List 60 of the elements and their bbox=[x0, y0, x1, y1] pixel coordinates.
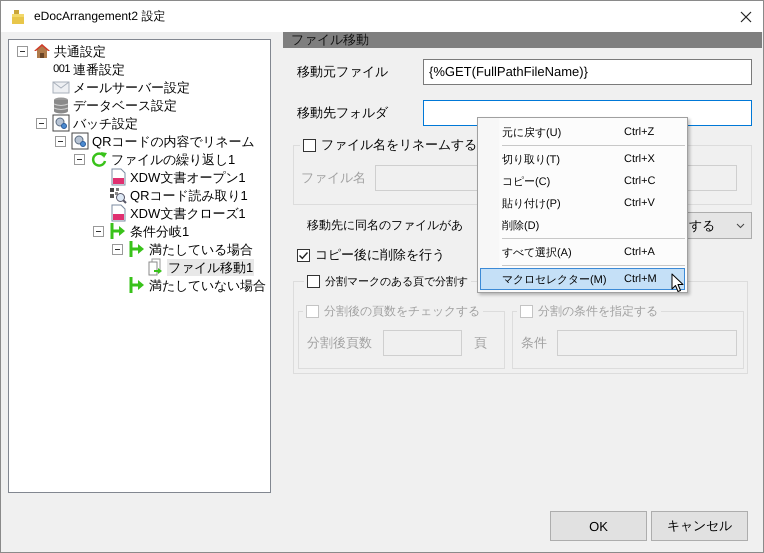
collapse-toggle[interactable] bbox=[112, 244, 123, 254]
tree-item[interactable]: メールサーバー設定 bbox=[72, 78, 191, 96]
document-icon bbox=[109, 204, 127, 222]
checkbox-label: ファイル名をリネームする bbox=[321, 136, 477, 154]
checkbox[interactable] bbox=[297, 248, 310, 262]
field-label: 移動元ファイル bbox=[297, 63, 389, 81]
tree-item[interactable]: 条件分岐1 bbox=[129, 222, 190, 240]
checkbox[interactable] bbox=[307, 275, 320, 288]
tree-item[interactable]: バッチ設定 bbox=[72, 114, 139, 132]
checkbox[interactable] bbox=[303, 138, 316, 152]
house-icon bbox=[33, 42, 51, 60]
field-label: 移動先フォルダ bbox=[297, 104, 390, 122]
mouse-cursor-icon bbox=[671, 273, 684, 293]
tree-item[interactable]: 満たしていない場合 bbox=[148, 276, 267, 294]
window-title: eDocArrangement2 設定 bbox=[34, 8, 166, 25]
checkbox-label: 分割後の頁数をチェックする bbox=[324, 303, 480, 320]
branch-arrow-icon bbox=[128, 276, 146, 294]
input-field[interactable]: {%GET(FullPathFileName)} bbox=[423, 59, 752, 85]
document-icon bbox=[109, 168, 127, 186]
tree-item[interactable]: データベース設定 bbox=[72, 96, 178, 114]
tree-item[interactable]: XDW文書オープン1 bbox=[129, 168, 247, 186]
menu-item[interactable]: 貼り付け(P) Ctrl+V bbox=[480, 192, 685, 214]
menu-item[interactable]: コピー(C) Ctrl+C bbox=[480, 170, 685, 192]
branch-arrow-icon bbox=[109, 222, 127, 240]
menu-item[interactable]: すべて選択(A) Ctrl+A bbox=[480, 241, 685, 263]
field-label: 条件 bbox=[521, 334, 548, 352]
field-label: 移動先に同名のファイルがあ bbox=[307, 217, 463, 234]
dialog-button[interactable]: OK bbox=[550, 511, 647, 541]
branch-arrow-icon bbox=[128, 240, 146, 258]
unit-label: 頁 bbox=[474, 334, 487, 352]
qr-magnifier-icon bbox=[109, 186, 127, 204]
checkbox-label: 分割マークのある頁で分割す bbox=[325, 274, 468, 289]
tree-item[interactable]: 連番設定 bbox=[72, 60, 126, 78]
collapse-toggle[interactable] bbox=[55, 136, 66, 146]
menu-item[interactable]: マクロセレクター(M) Ctrl+M bbox=[480, 268, 685, 290]
checkbox-label: 分割の条件を指定する bbox=[538, 303, 658, 320]
collapse-toggle[interactable] bbox=[93, 226, 104, 236]
dialog-button[interactable]: キャンセル bbox=[651, 511, 748, 541]
close-icon[interactable] bbox=[740, 10, 752, 22]
chevron-down-icon bbox=[736, 222, 745, 228]
field-label: ファイル名 bbox=[301, 169, 367, 187]
tree-item[interactable]: XDW文書クローズ1 bbox=[129, 204, 247, 222]
database-icon bbox=[52, 96, 70, 114]
folder-icon bbox=[11, 8, 25, 24]
collapse-toggle[interactable] bbox=[74, 154, 85, 164]
number-label: 001 bbox=[52, 63, 70, 75]
tree-item[interactable]: 共通設定 bbox=[53, 42, 107, 60]
collapse-toggle[interactable] bbox=[17, 46, 28, 56]
menu-item[interactable]: 切り取り(T) Ctrl+X bbox=[480, 148, 685, 170]
section-header: ファイル移動 bbox=[283, 32, 762, 48]
checkbox-label: コピー後に削除を行う bbox=[315, 246, 445, 264]
tree-item[interactable]: ファイルの繰り返し1 bbox=[110, 150, 236, 168]
tree-item[interactable]: QRコード読み取り1 bbox=[129, 186, 249, 204]
tree-item[interactable]: ファイル移動1 bbox=[167, 258, 254, 276]
loop-arrow-icon bbox=[90, 150, 108, 168]
menu-item[interactable]: 元に戻す(U) Ctrl+Z bbox=[480, 121, 685, 143]
tree-item[interactable]: QRコードの内容でリネーム bbox=[91, 132, 256, 150]
field-label: 分割後頁数 bbox=[307, 334, 373, 352]
collapse-toggle[interactable] bbox=[36, 118, 47, 128]
tree-item[interactable]: 満たしている場合 bbox=[148, 240, 254, 258]
